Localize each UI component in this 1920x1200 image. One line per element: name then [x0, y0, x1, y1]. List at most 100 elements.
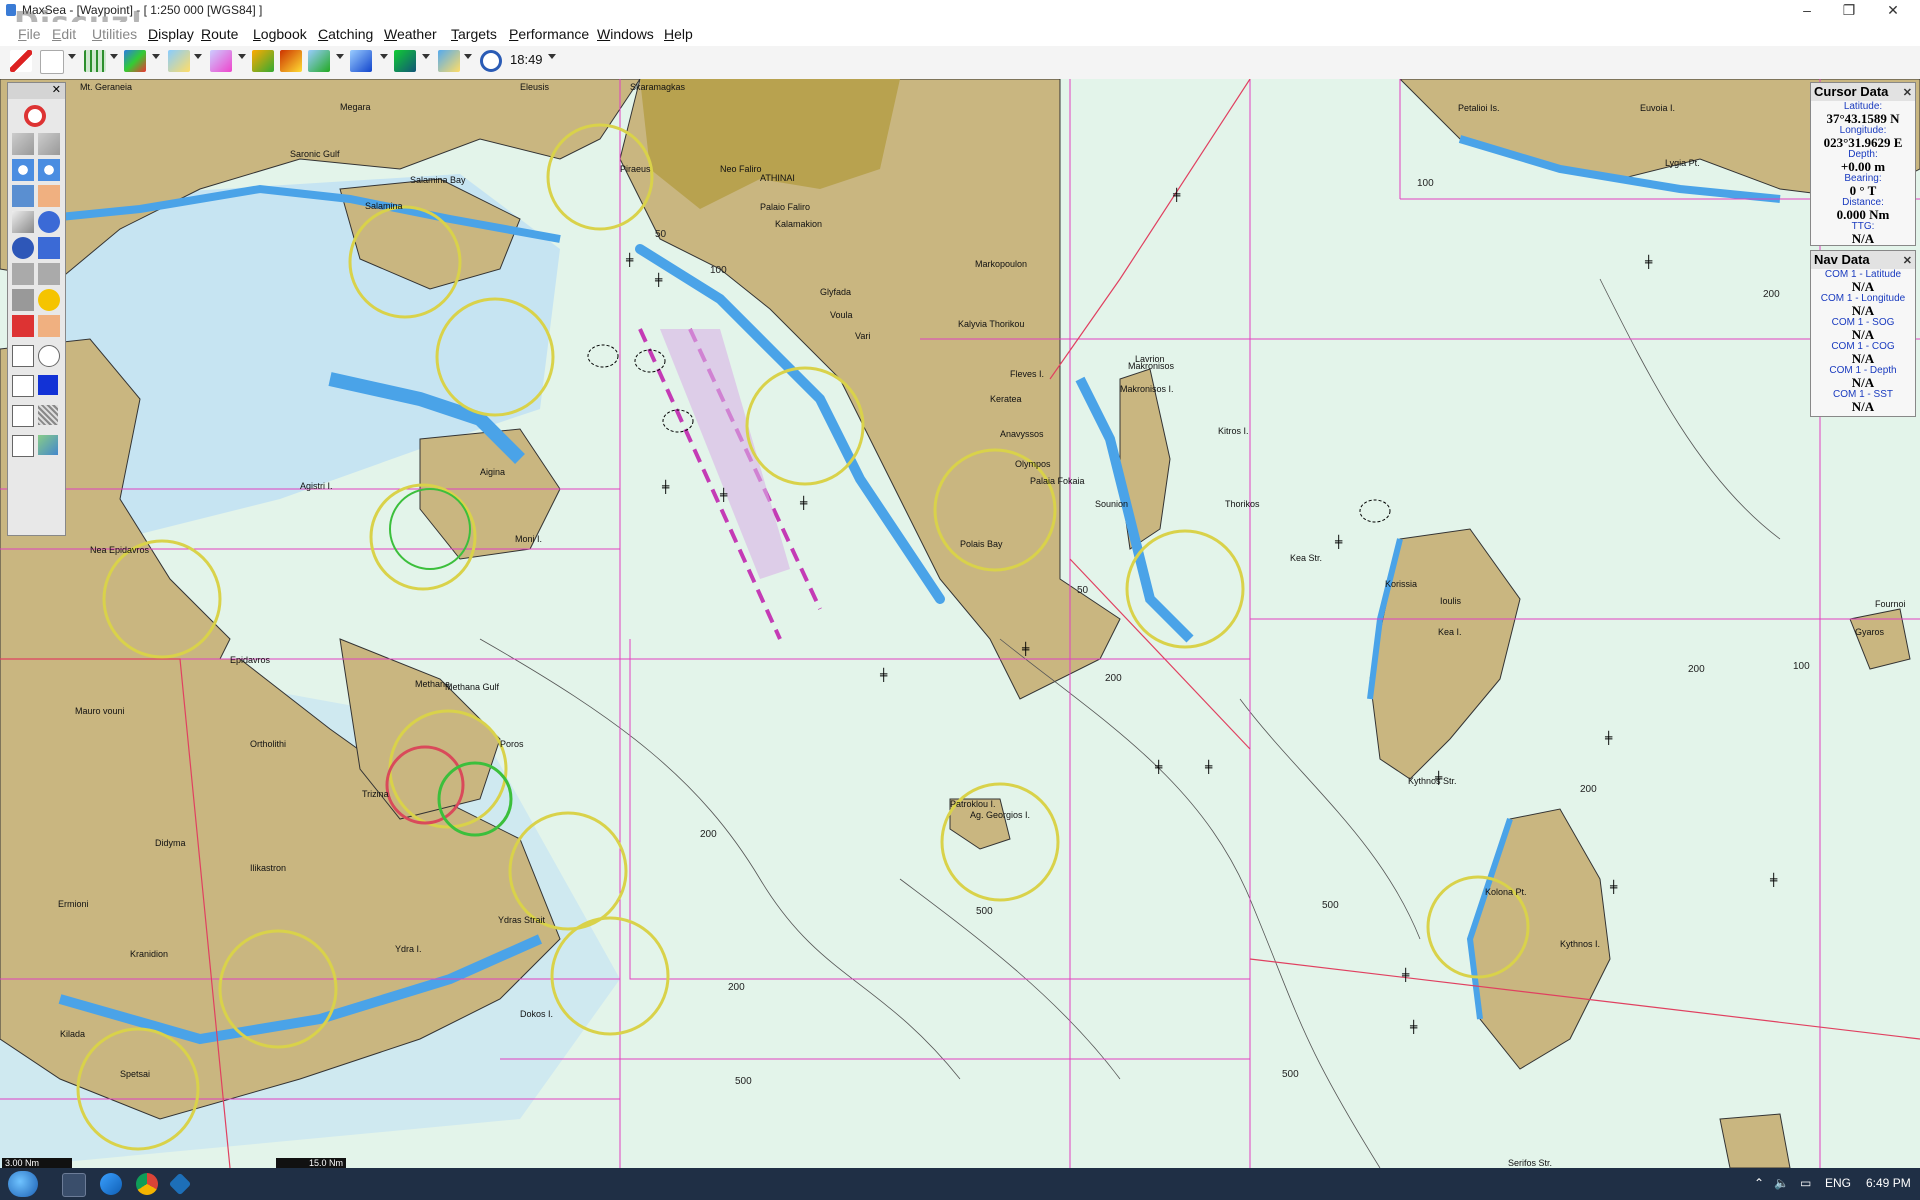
number-icon[interactable]: [12, 435, 34, 457]
zoom-out-icon[interactable]: [38, 159, 60, 181]
range-icon[interactable]: [12, 237, 34, 259]
menu-performance[interactable]: Performance: [509, 26, 589, 42]
line-style-icon[interactable]: [12, 405, 34, 427]
close-icon[interactable]: ✕: [1903, 84, 1912, 102]
menu-catching[interactable]: Catching: [318, 26, 373, 42]
chart-map[interactable]: ╪ ╪ ╪ ╪ ╪ ╪ ╪ ╪ ╪ ╪ ╪ ╪ ╪ ╪ ╪ ╪ ╪ ╪ Mt. Geraneia Meg…: [0, 79, 1920, 1168]
targets-icon[interactable]: [394, 50, 416, 72]
dropdown-arrow-icon[interactable]: [68, 54, 76, 59]
dropdown-arrow-icon[interactable]: [336, 54, 344, 59]
task-view-icon[interactable]: [62, 1173, 86, 1197]
tracking-icon[interactable]: [350, 50, 372, 72]
marker-icon[interactable]: [12, 315, 34, 337]
clock-icon[interactable]: [480, 50, 502, 72]
data-field: Latitude: 37°43.1589 N: [1811, 101, 1915, 125]
select-hand-icon[interactable]: [38, 315, 60, 337]
menu-weather[interactable]: Weather: [384, 26, 437, 42]
start-button[interactable]: [8, 1171, 38, 1197]
keyboard-language[interactable]: ENG: [1825, 1176, 1851, 1190]
dropdown-arrow-icon[interactable]: [152, 54, 160, 59]
overlay-icon[interactable]: [210, 50, 232, 72]
thermal-icon[interactable]: [280, 50, 302, 72]
chart-layers-icon[interactable]: [124, 50, 146, 72]
close-button[interactable]: ✕: [1870, 0, 1916, 22]
hand-icon[interactable]: [38, 185, 60, 207]
cursor-icon[interactable]: [38, 237, 60, 259]
place-label: Piraeus: [620, 164, 651, 174]
crosshair-icon[interactable]: [12, 345, 34, 367]
maxsea-icon[interactable]: [168, 1172, 192, 1196]
menu-windows[interactable]: Windows: [597, 26, 654, 42]
circle-icon[interactable]: [38, 345, 60, 367]
dropdown-arrow-icon[interactable]: [380, 54, 388, 59]
data-field: COM 1 - SST N/A: [1811, 389, 1915, 413]
zoom-in-icon[interactable]: [12, 159, 34, 181]
pattern-icon[interactable]: [38, 405, 58, 425]
dropdown-arrow-icon[interactable]: [110, 54, 118, 59]
measure-icon[interactable]: [12, 263, 34, 285]
ruler-icon[interactable]: [38, 263, 60, 285]
menu-help[interactable]: Help: [664, 26, 693, 42]
chart-icon[interactable]: [12, 185, 34, 207]
target-icon[interactable]: [38, 211, 60, 233]
display-icon[interactable]: [438, 50, 460, 72]
scissors-icon[interactable]: [12, 289, 34, 311]
menu-display[interactable]: Display: [148, 26, 194, 42]
text-tool-icon[interactable]: [40, 50, 64, 74]
place-label: Ag. Georgios I.: [970, 810, 1031, 820]
tray-arrow-icon[interactable]: ⌃: [1754, 1176, 1764, 1190]
place-label: Palaio Faliro: [760, 202, 811, 212]
place-label: Fleves I.: [1010, 369, 1045, 379]
svg-text:╪: ╪: [1609, 879, 1618, 894]
weather-icon[interactable]: [252, 50, 274, 72]
field-value: 0 ° T: [1849, 183, 1877, 198]
menu-logbook[interactable]: Logbook: [253, 26, 307, 42]
dropdown-arrow-icon[interactable]: [422, 54, 430, 59]
menu-targets[interactable]: Targets: [451, 26, 497, 42]
fill-color-icon[interactable]: [38, 375, 58, 395]
menu-edit[interactable]: Edit: [52, 26, 76, 42]
chrome-icon[interactable]: [136, 1173, 158, 1195]
svg-text:╪: ╪: [1334, 534, 1343, 549]
network-icon[interactable]: ▭: [1800, 1176, 1811, 1190]
place-label: Kitros I.: [1218, 426, 1249, 436]
pen-icon[interactable]: [12, 133, 34, 155]
place-label: Kilada: [60, 1029, 86, 1039]
menu-route[interactable]: Route: [201, 26, 238, 42]
close-icon[interactable]: ✕: [52, 83, 61, 96]
depth-label: 500: [1322, 900, 1339, 911]
panel-title[interactable]: Cursor Data ✕: [1811, 83, 1915, 101]
dropdown-arrow-icon[interactable]: [548, 54, 556, 59]
place-label: Mt. Geraneia: [80, 82, 133, 92]
dropdown-arrow-icon[interactable]: [464, 54, 472, 59]
lifebuoy-icon[interactable]: [24, 105, 46, 127]
place-label: Kranidion: [130, 949, 169, 959]
route-draw-icon[interactable]: [12, 211, 34, 233]
photo-icon[interactable]: [168, 50, 190, 72]
grid-icon[interactable]: [84, 50, 106, 72]
route-icon[interactable]: [308, 50, 330, 72]
place-label: Didyma: [155, 838, 186, 848]
clock[interactable]: 6:49 PM: [1866, 1176, 1911, 1190]
place-label: Poros: [500, 739, 524, 749]
restore-button[interactable]: ❐: [1826, 0, 1872, 22]
text-style-icon[interactable]: [12, 375, 34, 397]
boundary-line: [1049, 79, 1251, 380]
dropdown-arrow-icon[interactable]: [238, 54, 246, 59]
smiley-icon[interactable]: [38, 289, 60, 311]
close-icon[interactable]: ✕: [1903, 252, 1912, 270]
panel-title[interactable]: Nav Data ✕: [1811, 251, 1915, 269]
internet-explorer-icon[interactable]: [100, 1173, 122, 1195]
menu-file[interactable]: File: [18, 26, 41, 42]
menu-utilities[interactable]: Utilities: [92, 26, 137, 42]
palette-header[interactable]: ✕: [8, 83, 65, 99]
main-toolbar: 18:49: [0, 46, 1920, 80]
eraser-icon[interactable]: [38, 133, 60, 155]
image-icon[interactable]: [38, 435, 58, 455]
place-label: Ermioni: [58, 899, 89, 909]
minimize-button[interactable]: –: [1784, 0, 1830, 22]
volume-icon[interactable]: 🔈: [1774, 1176, 1789, 1190]
dropdown-arrow-icon[interactable]: [194, 54, 202, 59]
svg-text:╪: ╪: [625, 252, 634, 267]
pencil-icon[interactable]: [10, 50, 32, 72]
